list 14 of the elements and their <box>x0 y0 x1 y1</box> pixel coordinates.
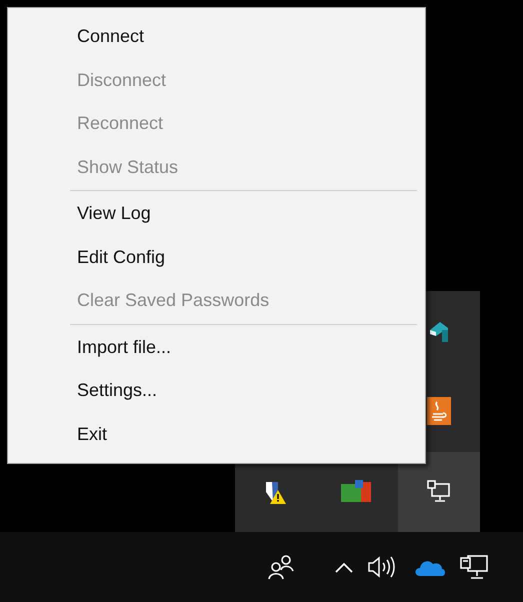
people-icon[interactable] <box>268 554 294 580</box>
network-monitor-icon[interactable] <box>459 554 489 580</box>
menu-item[interactable]: Exit <box>8 412 425 456</box>
shield-warning-icon[interactable] <box>264 480 288 504</box>
menu-item[interactable]: Connect <box>8 15 425 58</box>
chevron-up-icon[interactable] <box>334 561 354 573</box>
menu-item[interactable]: Settings... <box>8 369 425 412</box>
network-monitor-icon[interactable] <box>427 480 452 504</box>
menu-item[interactable]: Import file... <box>8 326 425 369</box>
coffee-cup-icon[interactable] <box>427 397 452 426</box>
building-icon[interactable] <box>428 320 450 342</box>
menu-item[interactable]: View Log <box>8 192 425 236</box>
color-blocks-icon[interactable] <box>341 480 374 504</box>
menu-item[interactable]: Edit Config <box>8 236 425 279</box>
